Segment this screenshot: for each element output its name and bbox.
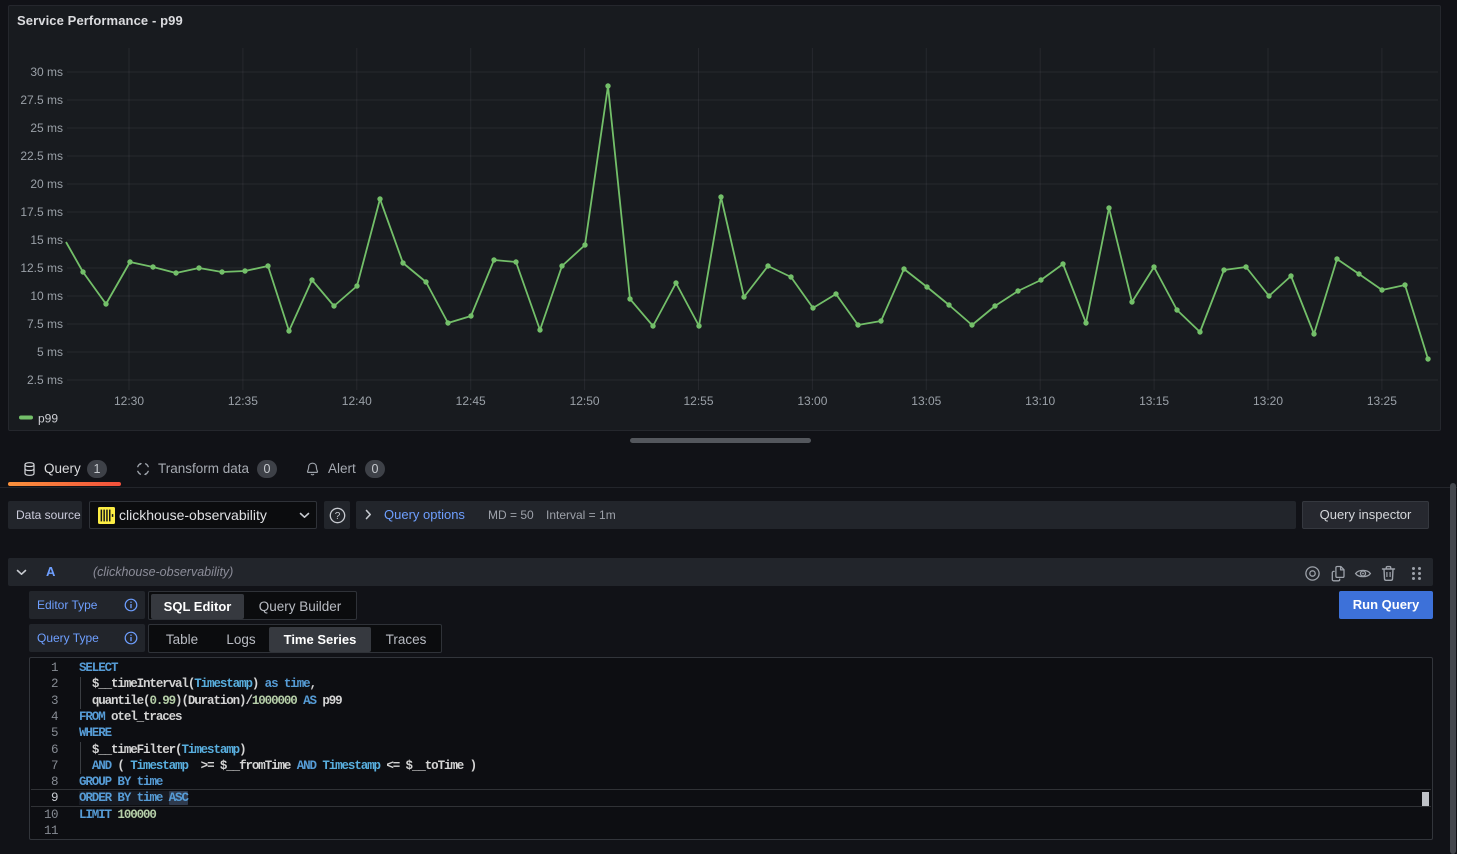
svg-text:12.5 ms: 12.5 ms	[20, 261, 63, 275]
svg-text:13:10: 13:10	[1025, 394, 1055, 408]
svg-text:13:20: 13:20	[1253, 394, 1283, 408]
svg-text:12:50: 12:50	[570, 394, 600, 408]
svg-text:7.5 ms: 7.5 ms	[27, 317, 63, 331]
svg-text:17.5 ms: 17.5 ms	[20, 205, 63, 219]
svg-text:12:35: 12:35	[228, 394, 258, 408]
svg-text:12:30: 12:30	[114, 394, 144, 408]
svg-text:12:45: 12:45	[456, 394, 486, 408]
svg-text:2.5 ms: 2.5 ms	[27, 373, 63, 387]
svg-text:15 ms: 15 ms	[30, 233, 63, 247]
svg-text:22.5 ms: 22.5 ms	[20, 149, 63, 163]
svg-text:p99: p99	[38, 412, 58, 426]
svg-text:5 ms: 5 ms	[37, 345, 63, 359]
svg-text:25 ms: 25 ms	[30, 121, 63, 135]
svg-text:10 ms: 10 ms	[30, 289, 63, 303]
svg-text:12:55: 12:55	[683, 394, 713, 408]
svg-text:13:15: 13:15	[1139, 394, 1169, 408]
svg-text:13:00: 13:00	[797, 394, 827, 408]
svg-text:12:40: 12:40	[342, 394, 372, 408]
svg-text:27.5 ms: 27.5 ms	[20, 93, 63, 107]
svg-text:13:25: 13:25	[1367, 394, 1397, 408]
svg-text:13:05: 13:05	[911, 394, 941, 408]
svg-text:30 ms: 30 ms	[30, 65, 63, 79]
svg-text:20 ms: 20 ms	[30, 177, 63, 191]
svg-text:?: ?	[334, 511, 340, 522]
